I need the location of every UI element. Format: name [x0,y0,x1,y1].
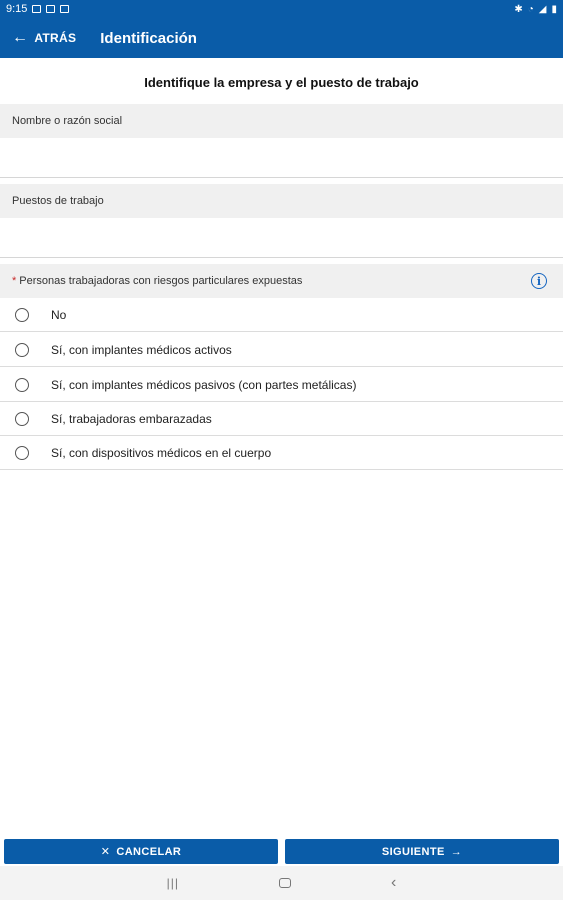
radio-button[interactable] [15,342,29,357]
radio-option-pregnant[interactable]: Sí, trabajadoras embarazadas [0,402,563,436]
risk-section-label: Personas trabajadoras con riesgos partic… [19,275,303,287]
company-input[interactable] [0,138,563,178]
recent-apps-icon[interactable]: ||| [167,876,179,890]
arrow-left-icon: ← [12,29,29,46]
system-nav-bar: ||| ‹ [0,866,563,900]
radio-label: No [51,307,67,322]
radio-label: Sí, con implantes médicos pasivos (con p… [51,377,357,392]
footer-actions: ✕ CANCELAR SIGUIENTE → [0,836,563,866]
radio-option-no[interactable]: No [0,298,563,332]
company-field-label: Nombre o razón social [0,104,563,138]
bluetooth-icon: ✱ [514,3,523,15]
risk-section-header: * Personas trabajadoras con riesgos parti… [0,264,563,298]
required-mark: * [12,275,17,287]
back-label: ATRÁS [34,31,77,45]
radio-label: Sí, con implantes médicos activos [51,342,232,357]
positions-field-label: Puestos de trabajo [0,184,563,218]
positions-input[interactable] [0,218,563,258]
radio-option-active-implants[interactable]: Sí, con implantes médicos activos [0,333,563,367]
next-button[interactable]: SIGUIENTE → [285,839,559,864]
radio-button[interactable] [15,307,29,322]
back-nav-icon[interactable]: ‹ [391,874,396,892]
status-time: 9:15 [6,3,28,15]
wifi-icon: ◔ [527,3,534,15]
risk-section-title: * Personas trabajadoras con riesgos parti… [12,275,302,287]
arrow-right-icon: → [450,845,463,858]
radio-option-medical-devices[interactable]: Sí, con dispositivos médicos en el cuerp… [0,436,563,470]
notification-icon [60,5,70,13]
radio-option-passive-implants[interactable]: Sí, con implantes médicos pasivos (con p… [0,368,563,402]
radio-button[interactable] [15,445,29,460]
status-left: 9:15 [6,3,70,15]
section-heading: Identifique la empresa y el puesto de tr… [144,74,419,90]
status-right: ✱ ◔ ◢ ▮ [514,4,557,15]
radio-label: Sí, trabajadoras embarazadas [51,411,212,426]
app-bar: ← ATRÁS Identificación [0,18,563,58]
status-bar: 9:15 ✱ ◔ ◢ ▮ [0,0,563,18]
radio-label: Sí, con dispositivos médicos en el cuerp… [51,445,272,460]
next-label: SIGUIENTE [381,845,445,858]
cancel-label: CANCELAR [116,845,182,858]
back-button[interactable]: ← ATRÁS [12,30,76,46]
battery-icon: ▮ [551,3,557,15]
notification-icon [46,5,56,13]
page-title: Identificación [100,29,197,47]
radio-button[interactable] [15,377,29,392]
signal-icon: ◢ [538,3,547,15]
notification-icon [32,5,42,13]
info-icon[interactable]: i [531,273,547,289]
close-icon: ✕ [100,846,111,858]
home-icon[interactable] [279,878,292,888]
cancel-button[interactable]: ✕ CANCELAR [4,839,278,864]
radio-button[interactable] [15,411,29,426]
